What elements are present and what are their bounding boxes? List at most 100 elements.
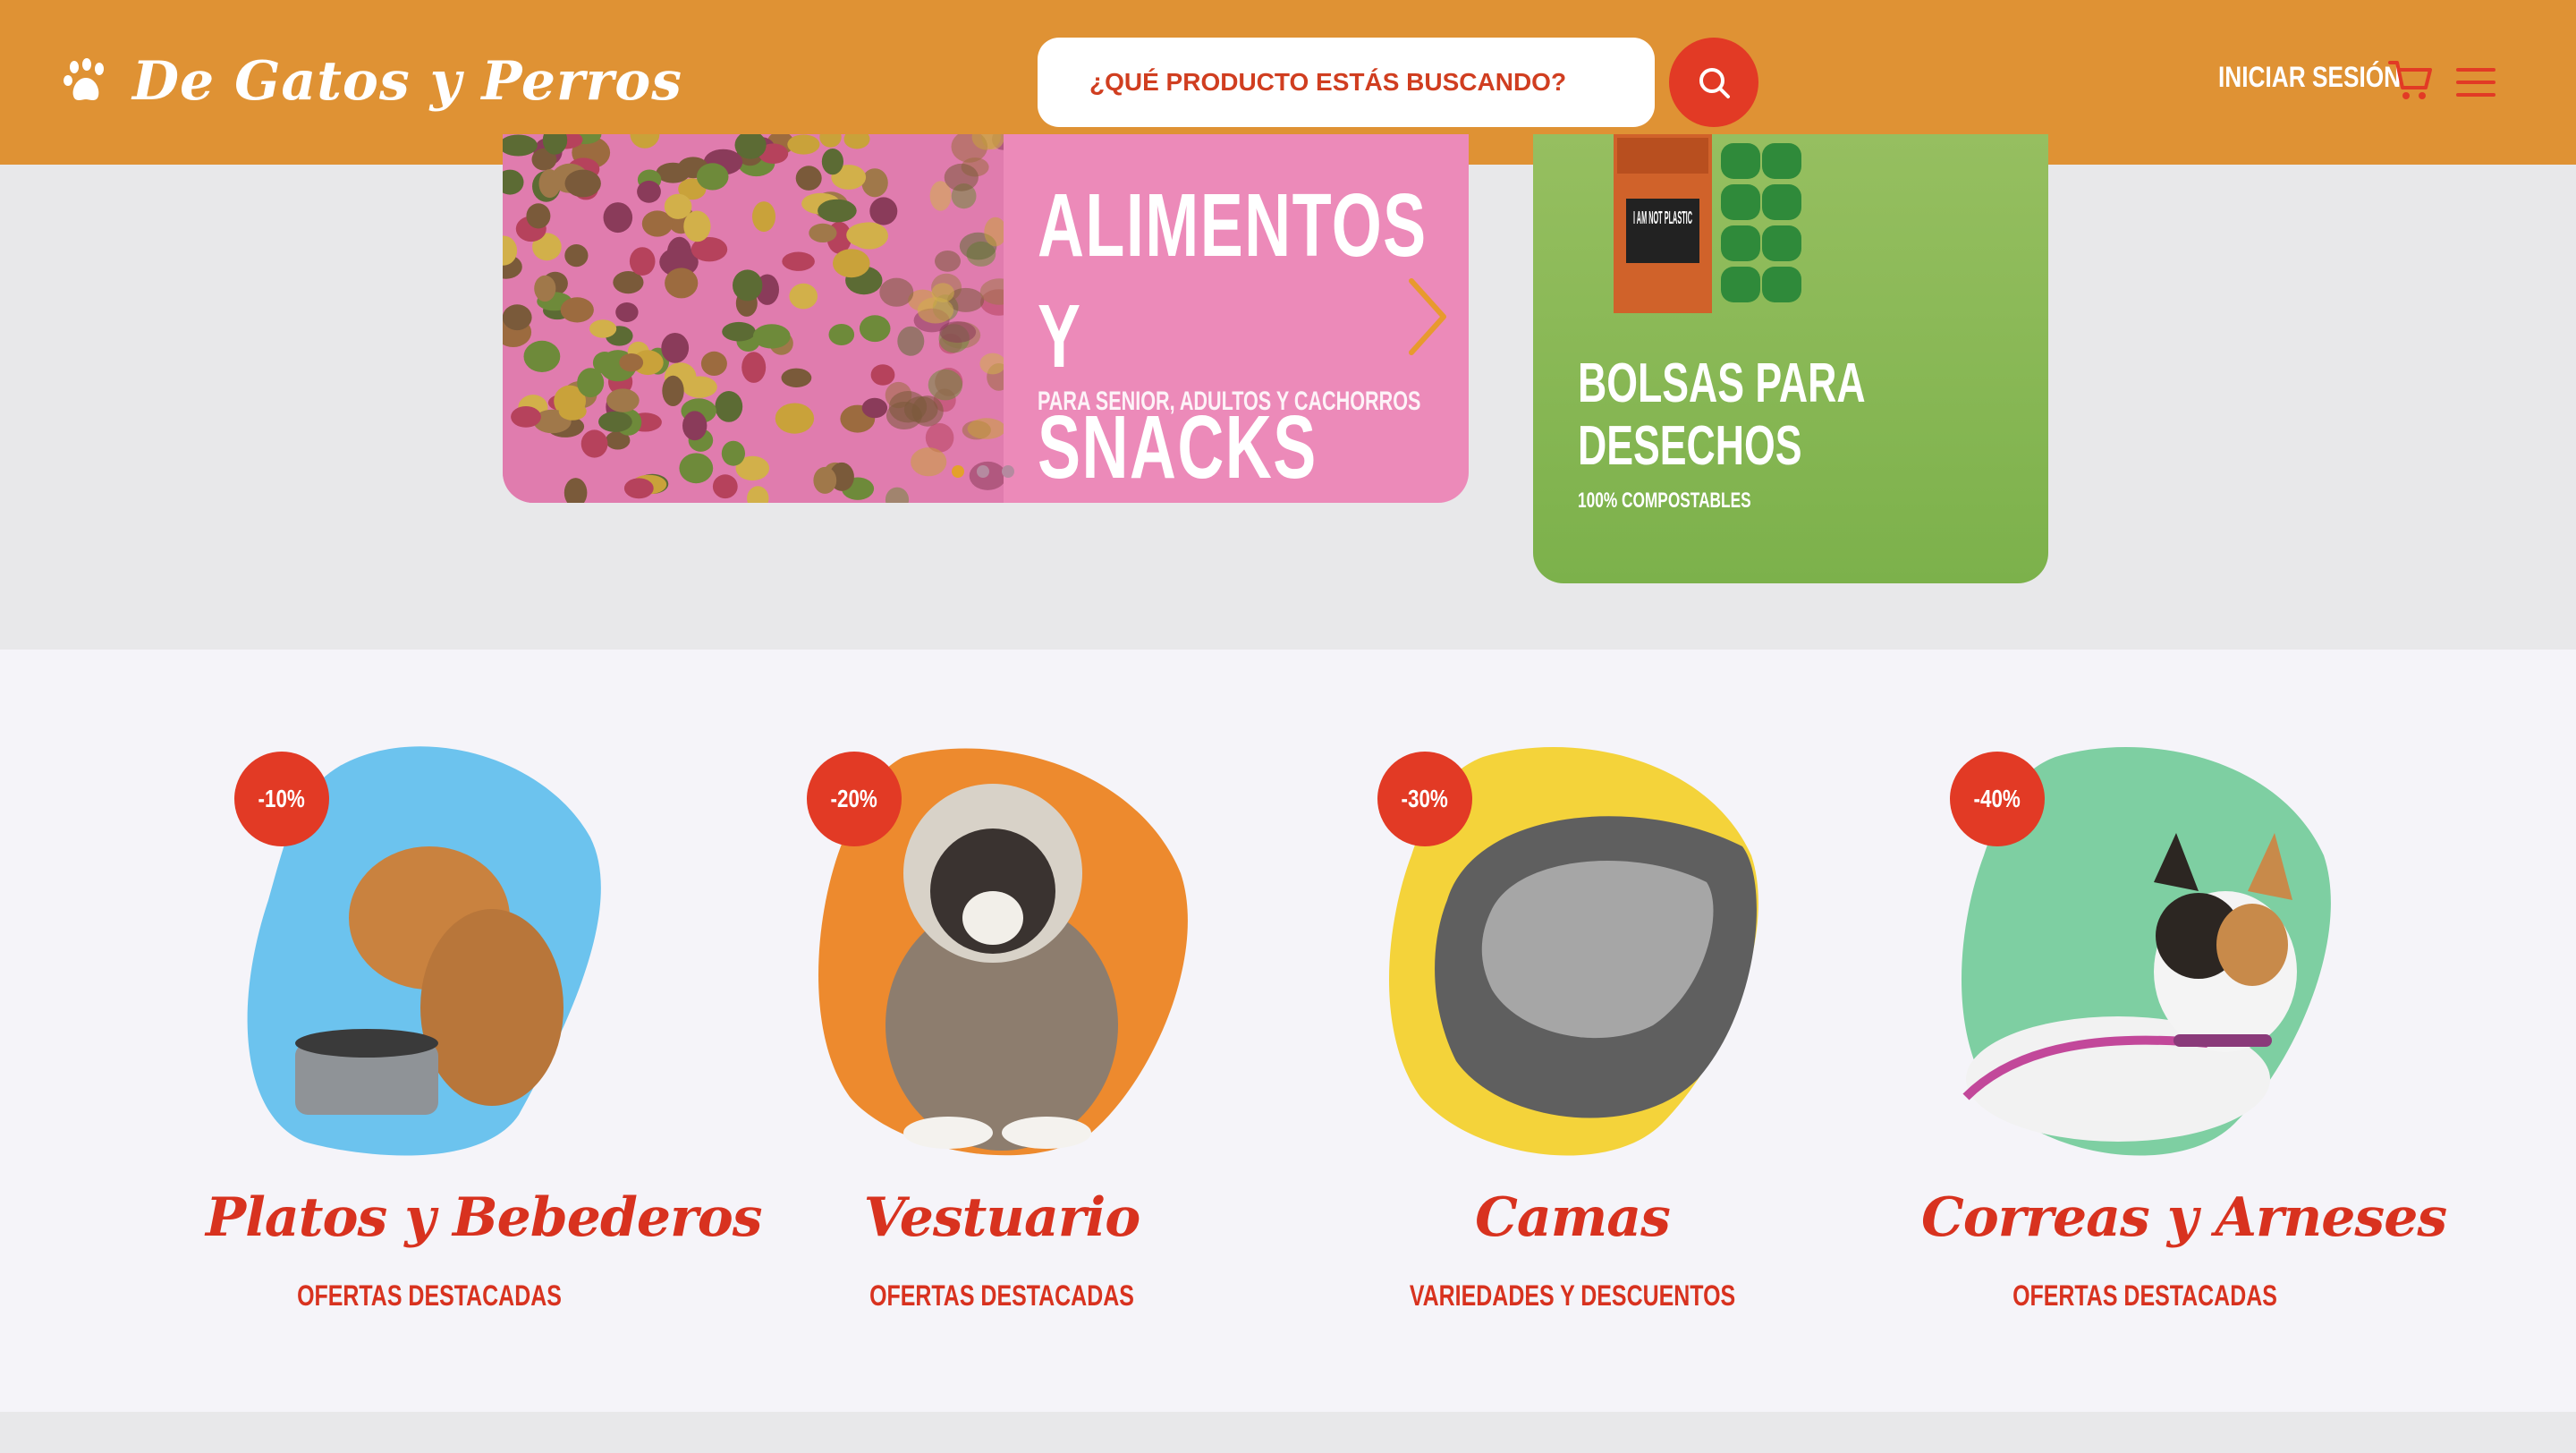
kibble-piece [623,478,654,499]
kibble-piece [712,474,738,499]
login-link[interactable]: INICIAR SESIÓN [2218,61,2401,94]
kibble-piece [696,163,729,191]
kibble-piece [928,369,963,401]
discount-badge: -40% [1950,752,2045,846]
kibble-piece [787,134,820,155]
search-icon [1699,68,1730,98]
kibble-piece [526,203,551,229]
kibble-piece [560,297,594,323]
kibble-piece [619,353,644,372]
kibble-piece [564,169,601,198]
main-banner-subtitle: PARA SENIOR, ADULTOS Y CACHORROS [1038,387,1421,416]
kibble-piece [833,249,870,278]
kibble-piece [870,364,895,386]
discount-badge: -20% [807,752,902,846]
side-banner-subtitle: 100% COMPOSTABLES [1578,489,1751,513]
kibble-piece [861,168,888,198]
kibble-piece [789,283,818,310]
kibble-piece [503,304,532,331]
kibble-piece [606,388,640,412]
kibble-piece [558,402,587,421]
discount-badge: -10% [234,752,329,846]
kibble-piece [682,411,708,441]
side-banner[interactable]: I AM NOT PLASTIC BOLSAS PARA DESECHOS 10… [1533,134,2048,583]
offer-title: Correas y Arneses [1921,1186,2447,1249]
kibble-piece [721,440,745,466]
offer-card-vestuario[interactable]: -20% Vestuario OFERTAS DESTACADAS [778,739,1225,1312]
chevron-right-icon[interactable] [1406,277,1449,356]
kibble-piece [813,466,837,494]
kibble-piece [523,340,561,372]
kibble-piece [775,403,815,434]
carousel-dot[interactable] [952,465,964,478]
main-banner-slide[interactable]: ALIMENTOS Y SNACKS PARA SENIOR, ADULTOS … [503,134,1469,503]
kibble-piece [664,193,692,219]
carousel-dot[interactable] [977,465,989,478]
search-input[interactable] [1088,67,1628,98]
kibble-piece [592,352,617,374]
carousel-dots [952,465,1014,478]
offer-subtitle: OFERTAS DESTACADAS [869,1279,1134,1312]
featured-offers-section: -10% Platos y Bebederos OFERTAS DESTACAD… [0,650,2576,1412]
kibble-piece [661,333,690,363]
discount-badge: -30% [1377,752,1472,846]
kibble-piece [603,202,633,234]
kibble-piece [869,197,898,225]
kibble-piece [679,453,714,484]
offer-card-correas[interactable]: -40% Correas y Arneses OFERTAS DESTACADA… [1921,739,2447,1312]
kibble-piece [598,411,632,432]
kibble-piece [809,223,837,242]
kibble-piece [917,297,954,324]
kibble-piece [782,251,815,271]
kibble-piece [821,149,843,175]
brand-name: De Gatos y Perros [132,50,683,113]
kibble-piece [752,324,791,349]
kibble-piece [879,277,914,307]
kibble-piece [629,247,656,276]
kibble-piece [534,275,556,302]
brand-logo[interactable]: De Gatos y Perros [63,50,682,113]
bag-label: I AM NOT PLASTIC [1633,208,1692,228]
side-banner-title: BOLSAS PARA DESECHOS [1578,353,1864,477]
kibble-piece [665,268,699,299]
offer-subtitle: OFERTAS DESTACADAS [297,1279,562,1312]
offer-title: Platos y Bebederos [206,1186,763,1249]
kibble-piece [944,163,979,191]
kibble-piece [935,251,961,272]
offer-card-camas[interactable]: -30% Camas VARIEDADES Y DESCUENTOS [1349,739,1796,1312]
offer-title: Vestuario [863,1186,1141,1249]
offer-subtitle: OFERTAS DESTACADAS [2012,1279,2277,1312]
kibble-piece [781,368,812,387]
kibble-piece [564,244,589,268]
waste-bags-image: I AM NOT PLASTIC [1614,134,1801,313]
search-box [1038,38,1655,127]
kibble-piece [818,199,857,223]
kibble-piece [580,429,608,458]
main-banner-title: ALIMENTOS Y SNACKS [1038,175,1428,497]
menu-icon[interactable] [2456,64,2496,100]
kibble-piece [615,302,639,322]
search-button[interactable] [1669,38,1758,127]
kibble-piece [662,375,684,406]
kibble-piece [911,447,947,477]
cart-icon[interactable] [2388,57,2433,102]
kibble-piece [700,351,727,376]
offer-card-platos[interactable]: -10% Platos y Bebederos OFERTAS DESTACAD… [206,739,763,1312]
kibble-piece [741,352,767,383]
offer-title: Camas [1475,1186,1671,1249]
kibble-piece [637,180,661,203]
kibble-piece [752,201,775,233]
kibble-piece [859,315,891,343]
kibble-piece [733,269,763,302]
kibble-piece [897,326,925,356]
kibble-piece [828,324,855,345]
kibble-piece [722,321,756,342]
kibble-piece [715,391,743,422]
carousel-dot[interactable] [1002,465,1014,478]
kibble-piece [511,406,541,428]
kibble-piece [939,321,977,344]
kibble-piece [861,397,888,419]
offer-subtitle: VARIEDADES Y DESCUENTOS [1409,1279,1736,1312]
kibble-piece [846,222,886,248]
kibble-piece [589,319,617,338]
